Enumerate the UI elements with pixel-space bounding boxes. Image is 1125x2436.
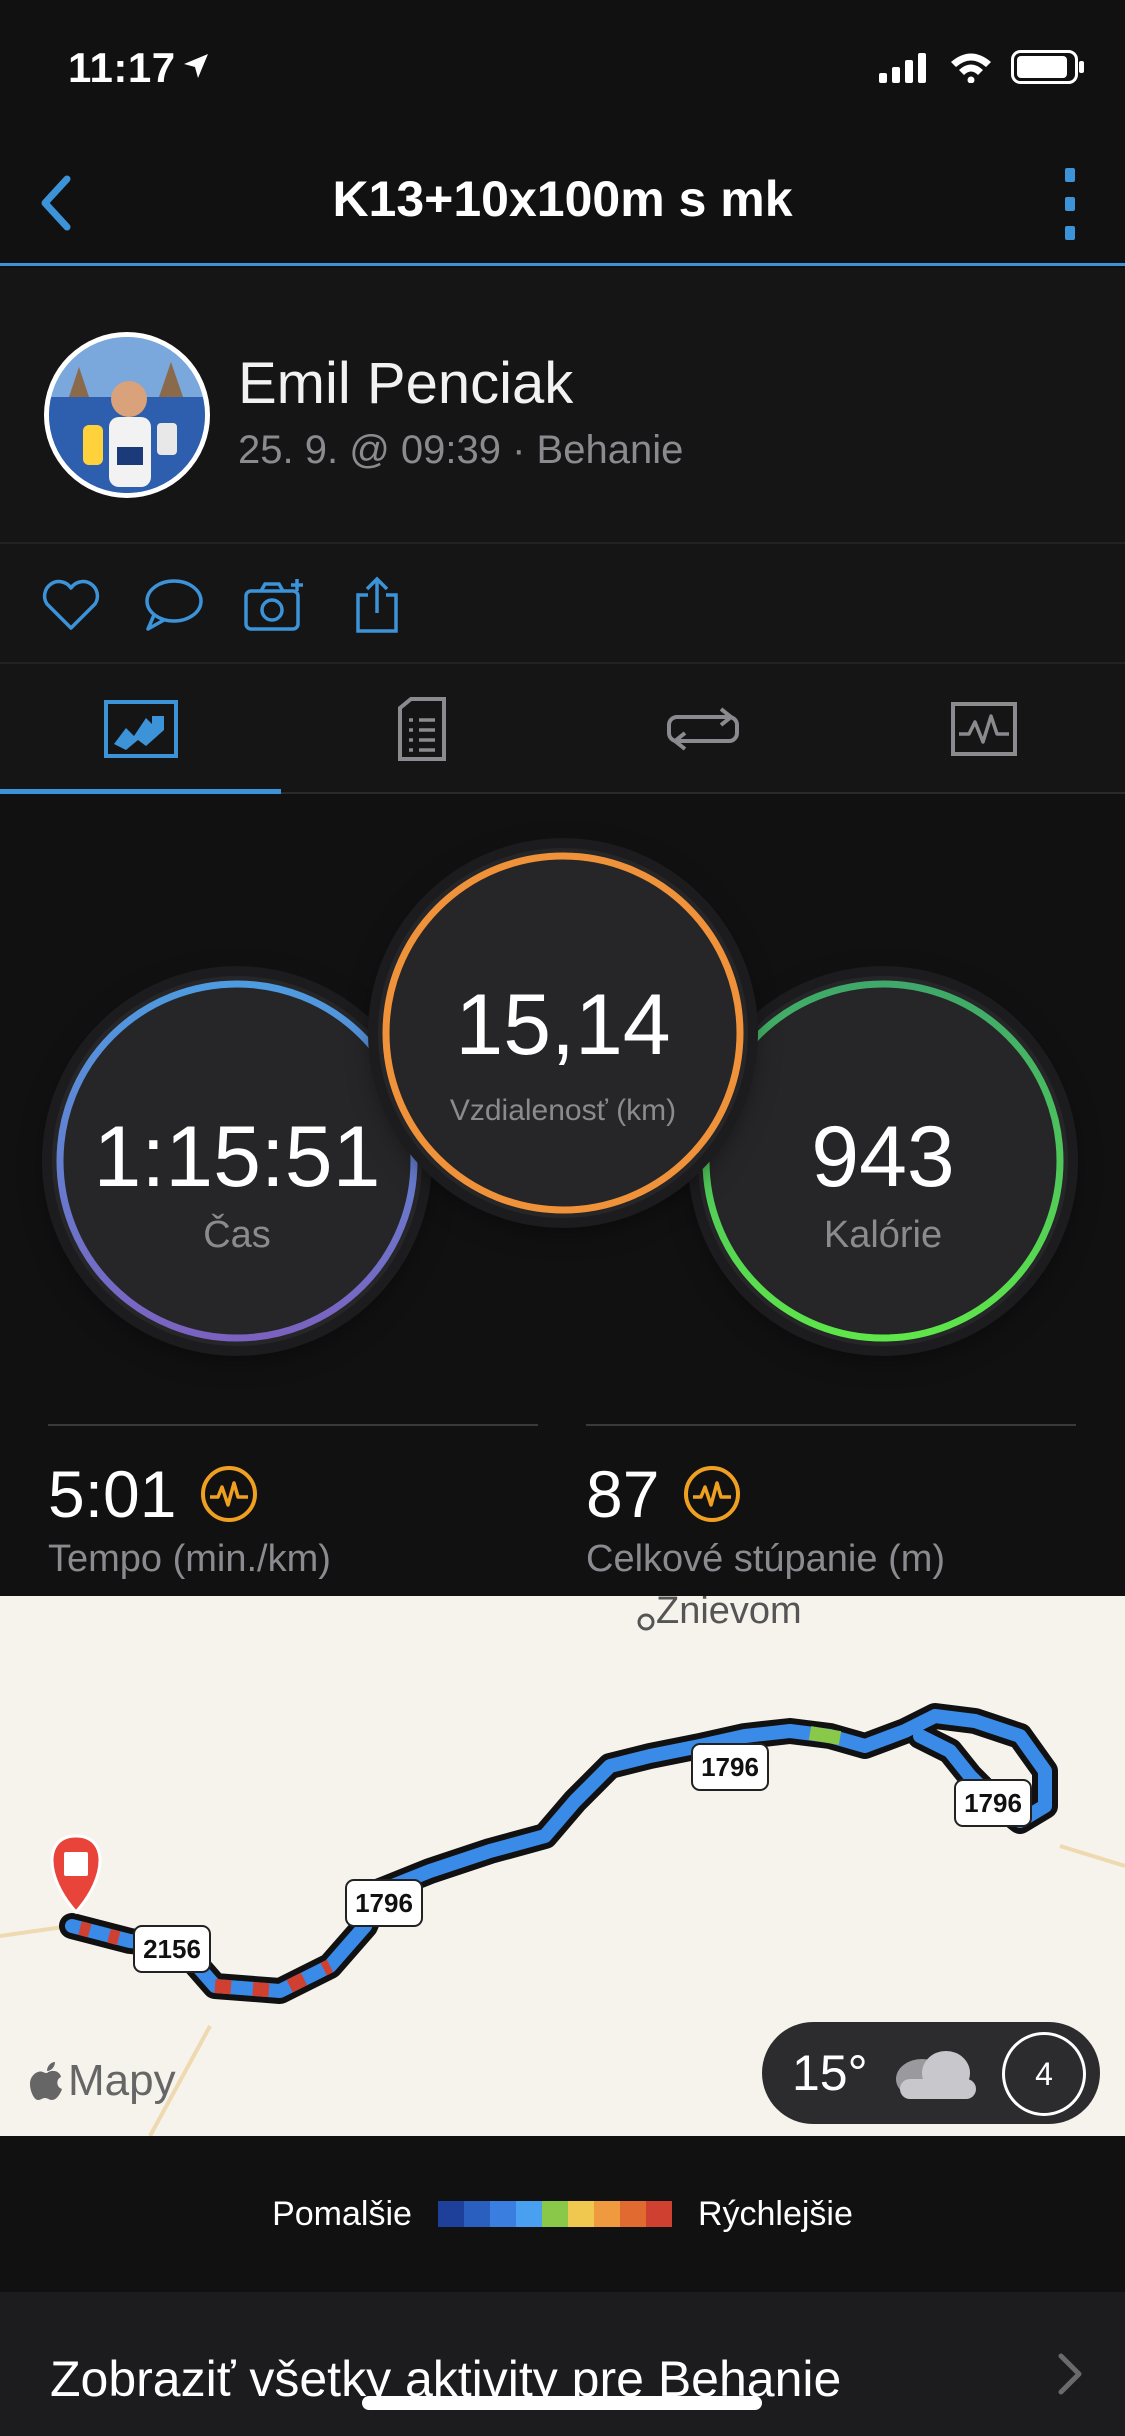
add-photo-icon: [244, 579, 303, 631]
all-activities-row[interactable]: Zobraziť všetky aktivity pre Behanie: [0, 2292, 1125, 2436]
legend-color-scale: [437, 2201, 672, 2227]
comment-button[interactable]: [140, 572, 206, 638]
active-tab-indicator: [0, 789, 281, 794]
tab-charts[interactable]: [843, 664, 1124, 794]
page-title: K13+10x100m s mk: [332, 171, 793, 227]
tab-details[interactable]: [281, 664, 562, 794]
legend-swatch: [541, 2201, 568, 2227]
chevron-left-icon: [41, 175, 71, 231]
legend-faster: Rýchlejšie: [697, 2194, 853, 2233]
legend-swatch: [619, 2201, 646, 2227]
legend-swatch: [593, 2201, 620, 2227]
map-place-label: Znievom: [656, 1596, 802, 1632]
time-ring: 1:15:51 Čas: [52, 976, 422, 1346]
distance-ring: 15,14 Vzdialenosť (km): [378, 848, 748, 1218]
tab-laps[interactable]: [562, 664, 843, 794]
wifi-icon: [951, 53, 991, 83]
distance-value: 15,14: [455, 977, 671, 1073]
elevation-value: 87: [586, 1457, 660, 1531]
more-dot: [1065, 168, 1075, 182]
calories-label: Kalórie: [823, 1214, 943, 1256]
road-number: 2156: [143, 1934, 201, 1964]
road-number: 1796: [964, 1788, 1022, 1818]
location-arrow-icon: [184, 54, 208, 78]
maps-brand-text: Mapy: [68, 2056, 176, 2105]
elevation-chart-icon[interactable]: [683, 1465, 741, 1523]
charts-icon: [950, 702, 1017, 756]
wind-speed: 4: [1035, 2055, 1053, 2092]
tab-overview[interactable]: [0, 664, 281, 794]
like-button[interactable]: [38, 572, 104, 638]
back-button[interactable]: [20, 168, 90, 238]
more-button[interactable]: [1045, 164, 1095, 244]
overview-icon: [103, 700, 178, 758]
home-indicator[interactable]: [362, 2396, 762, 2410]
tab-bar: [0, 664, 1125, 794]
maps-attribution[interactable]: Mapy: [30, 2056, 176, 2106]
time-label: Čas: [203, 1214, 271, 1256]
status-right: [879, 50, 1085, 84]
pace-legend: Pomalšie Rýchlejšie: [0, 2136, 1125, 2292]
calories-value: 943: [811, 1109, 955, 1205]
heart-icon: [42, 579, 100, 630]
legend-swatch: [489, 2201, 516, 2227]
pace-chart-icon[interactable]: [200, 1465, 258, 1523]
elevation-metric: 87 Celkové stúpanie (m): [586, 1424, 1076, 1581]
route-map[interactable]: Znievom 1796 1796 1796 2156 Mapy 15° 4: [0, 1596, 1125, 2136]
wind-indicator: 4: [1002, 2032, 1086, 2116]
legend-swatch: [567, 2201, 594, 2227]
battery-icon: [1011, 50, 1084, 84]
share-button[interactable]: [344, 572, 410, 638]
weather-badge[interactable]: 15° 4: [762, 2022, 1100, 2124]
athlete-name[interactable]: Emil Penciak: [238, 350, 573, 417]
chevron-right-icon: [1058, 2353, 1082, 2395]
end-marker-icon: [50, 1834, 102, 1915]
activity-header: Emil Penciak 25. 9. @ 09:39 · Behanie: [0, 268, 1125, 544]
avatar[interactable]: [44, 332, 210, 498]
elevation-label: Celkové stúpanie (m): [586, 1538, 946, 1580]
action-bar: [0, 544, 1125, 664]
nav-bar: K13+10x100m s mk: [0, 140, 1125, 266]
apple-logo-icon: [30, 2062, 62, 2100]
cloud-icon: [895, 2051, 976, 2099]
laps-icon: [666, 707, 739, 751]
add-photo-button[interactable]: [242, 572, 308, 638]
signal-icon: [879, 53, 926, 83]
status-time: 11:17: [68, 44, 176, 91]
road-number: 1796: [701, 1752, 759, 1782]
pace-metric: 5:01 Tempo (min./km): [48, 1424, 538, 1581]
comment-icon: [145, 579, 203, 631]
calories-ring: 943 Kalórie: [698, 976, 1068, 1346]
legend-swatch: [463, 2201, 490, 2227]
pace-value: 5:01: [48, 1457, 177, 1531]
more-dot: [1065, 197, 1075, 211]
weather-temperature: 15°: [792, 2045, 868, 2101]
distance-label: Vzdialenosť (km): [449, 1094, 677, 1127]
time-value: 1:15:51: [93, 1109, 381, 1205]
pace-label: Tempo (min./km): [48, 1538, 331, 1580]
road-number: 1796: [355, 1888, 413, 1918]
legend-swatch: [437, 2201, 464, 2227]
legend-swatch: [645, 2201, 672, 2227]
more-dot: [1065, 226, 1075, 240]
legend-slower: Pomalšie: [272, 2194, 412, 2233]
activity-meta: 25. 9. @ 09:39 · Behanie: [238, 428, 684, 472]
avatar-photo: [49, 337, 205, 493]
legend-swatch: [515, 2201, 542, 2227]
share-icon: [356, 576, 398, 633]
details-icon: [397, 697, 446, 761]
status-bar: 11:17: [0, 0, 1125, 140]
